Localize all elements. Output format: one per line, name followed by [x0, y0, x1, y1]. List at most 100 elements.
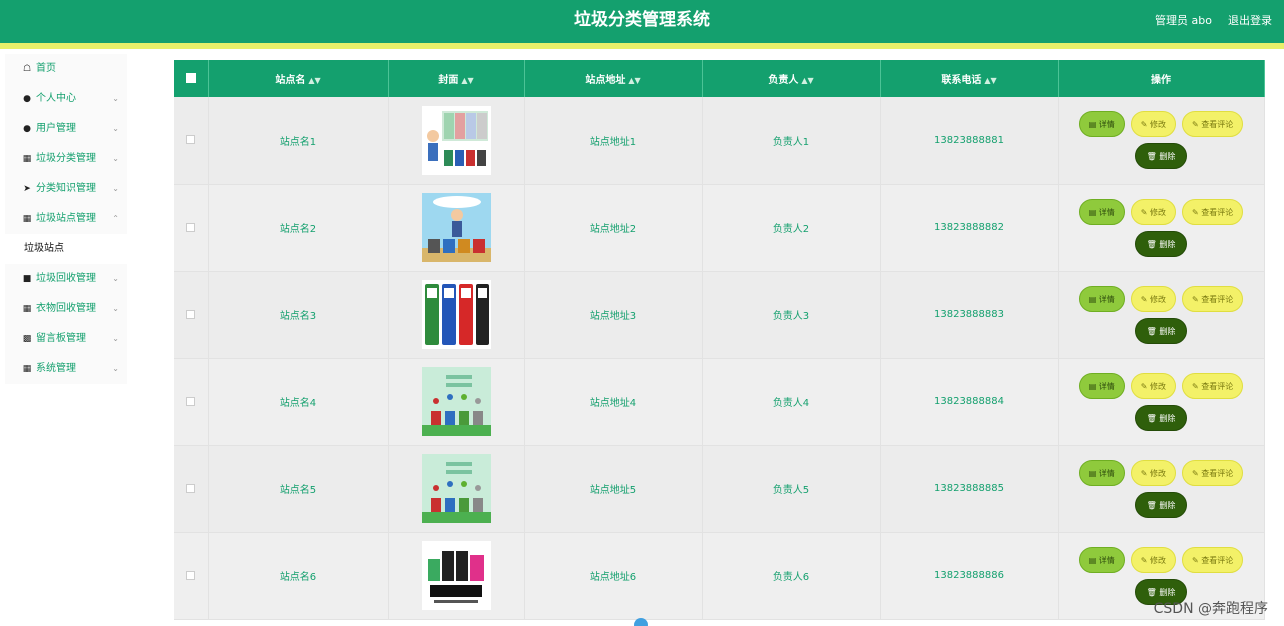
chevron-down-icon: ⌄	[112, 274, 119, 283]
select-all-header[interactable]	[174, 60, 209, 97]
delete-button[interactable]: 🗑 删除	[1134, 230, 1188, 257]
station-address-cell: 站点地址6	[524, 532, 703, 620]
trash-icon: 🗑	[1146, 413, 1160, 423]
delete-button[interactable]: 🗑 删除	[1134, 404, 1188, 431]
row-select-cell[interactable]	[174, 271, 209, 359]
cover-cell	[388, 445, 525, 533]
view-comments-button[interactable]: ✎ 查看评论	[1182, 198, 1244, 225]
sort-icon: ▲▼	[984, 76, 997, 85]
column-header-cover[interactable]: 封面 ▲▼	[388, 60, 525, 97]
sidebar-item-classification[interactable]: ▦ 垃圾分类管理 ⌄	[5, 144, 127, 174]
sidebar-item-recycling[interactable]: ■ 垃圾回收管理 ⌄	[5, 264, 127, 294]
sidebar-item-label: 分类知识管理	[36, 183, 96, 194]
document-icon: ▤	[1088, 555, 1099, 565]
grid-icon: ▦	[22, 214, 32, 224]
detail-button[interactable]: ▤ 详情	[1078, 372, 1125, 399]
detail-button[interactable]: ▤ 详情	[1078, 285, 1125, 312]
view-comments-button[interactable]: ✎ 查看评论	[1182, 546, 1244, 573]
detail-button[interactable]: ▤ 详情	[1078, 111, 1125, 138]
table-header-row: 站点名 ▲▼ 封面 ▲▼ 站点地址 ▲▼ 负责人 ▲▼ 联系电话 ▲▼ 操作	[174, 60, 1265, 97]
table-row: 站点名1 站点地址1 负责人1 13823888881 ▤ 详情 ✎ 修改 ✎ 查看评论 🗑 …	[174, 97, 1265, 185]
sidebar-item-profile[interactable]: ● 个人中心 ⌄	[5, 84, 127, 114]
cover-cell	[388, 184, 525, 272]
pencil-icon: ✎	[1192, 555, 1202, 565]
view-comments-button[interactable]: ✎ 查看评论	[1182, 459, 1244, 486]
sidebar-subitem-station-list[interactable]: 垃圾站点	[5, 234, 127, 264]
briefcase-icon: ■	[22, 274, 32, 284]
actions-cell: ▤ 详情 ✎ 修改 ✎ 查看评论 🗑 删除	[1058, 184, 1265, 272]
row-checkbox[interactable]	[186, 135, 196, 145]
row-checkbox[interactable]	[186, 396, 196, 406]
row-select-cell[interactable]	[174, 184, 209, 272]
edit-button[interactable]: ✎ 修改	[1130, 459, 1177, 486]
row-select-cell[interactable]	[174, 445, 209, 533]
column-header-phone[interactable]: 联系电话 ▲▼	[880, 60, 1059, 97]
manager-cell: 负责人4	[702, 358, 881, 446]
edit-button[interactable]: ✎ 修改	[1130, 285, 1177, 312]
row-actions: ▤ 详情 ✎ 修改 ✎ 查看评论 🗑 删除	[1061, 372, 1261, 431]
detail-button[interactable]: ▤ 详情	[1078, 546, 1125, 573]
edit-button[interactable]: ✎ 修改	[1130, 372, 1177, 399]
sidebar-item-users[interactable]: ● 用户管理 ⌄	[5, 114, 127, 144]
phone-cell: 13823888885	[880, 445, 1059, 533]
sidebar-item-messages[interactable]: ▩ 留言板管理 ⌄	[5, 324, 127, 354]
chevron-down-icon: ⌄	[112, 124, 119, 133]
scroll-indicator[interactable]	[634, 618, 648, 626]
view-comments-button[interactable]: ✎ 查看评论	[1182, 111, 1244, 138]
chevron-down-icon: ⌄	[112, 334, 119, 343]
delete-button[interactable]: 🗑 删除	[1134, 143, 1188, 170]
chevron-down-icon: ⌄	[112, 94, 119, 103]
chevron-down-icon: ⌄	[112, 364, 119, 373]
chevron-down-icon: ⌄	[112, 154, 119, 163]
sidebar-item-stations[interactable]: ▦ 垃圾站点管理 ⌃	[5, 204, 127, 234]
phone-cell: 13823888886	[880, 532, 1059, 620]
phone-cell: 13823888883	[880, 271, 1059, 359]
logout-link[interactable]: 退出登录	[1228, 12, 1272, 28]
sidebar-item-label: 垃圾分类管理	[36, 153, 96, 164]
row-select-cell[interactable]	[174, 358, 209, 446]
pencil-icon: ✎	[1192, 207, 1202, 217]
select-all-checkbox[interactable]	[185, 73, 196, 83]
grid-icon: ▦	[22, 154, 32, 164]
detail-button[interactable]: ▤ 详情	[1078, 459, 1125, 486]
sidebar-item-system[interactable]: ▦ 系统管理 ⌄	[5, 354, 127, 384]
trash-icon: 🗑	[1146, 587, 1160, 597]
sidebar-item-home[interactable]: ☖ 首页	[5, 54, 127, 84]
sidebar-item-clothing[interactable]: ▦ 衣物回收管理 ⌄	[5, 294, 127, 324]
actions-cell: ▤ 详情 ✎ 修改 ✎ 查看评论 🗑 删除	[1058, 271, 1265, 359]
pencil-icon: ✎	[1192, 468, 1202, 478]
sort-icon: ▲▼	[308, 76, 321, 85]
actions-cell: ▤ 详情 ✎ 修改 ✎ 查看评论 🗑 删除	[1058, 445, 1265, 533]
sidebar-item-knowledge[interactable]: ➤ 分类知识管理 ⌄	[5, 174, 127, 204]
row-select-cell[interactable]	[174, 97, 209, 185]
view-comments-button[interactable]: ✎ 查看评论	[1182, 285, 1244, 312]
row-select-cell[interactable]	[174, 532, 209, 620]
table-row: 站点名3 站点地址3 负责人3 13823888883 ▤ 详情 ✎ 修改 ✎ 查看评论 🗑 …	[174, 271, 1265, 359]
delete-button[interactable]: 🗑 删除	[1134, 491, 1188, 518]
delete-button[interactable]: 🗑 删除	[1134, 317, 1188, 344]
sort-icon: ▲▼	[628, 76, 641, 85]
table-row: 站点名4 站点地址4 负责人4 13823888884 ▤ 详情 ✎ 修改 ✎ 查看评论 🗑 …	[174, 358, 1265, 446]
station-name-cell: 站点名3	[208, 271, 389, 359]
row-checkbox[interactable]	[186, 570, 196, 580]
edit-button[interactable]: ✎ 修改	[1130, 198, 1177, 225]
row-checkbox[interactable]	[186, 222, 196, 232]
pencil-icon: ✎	[1192, 381, 1202, 391]
detail-button[interactable]: ▤ 详情	[1078, 198, 1125, 225]
view-comments-button[interactable]: ✎ 查看评论	[1182, 372, 1244, 399]
column-header-name[interactable]: 站点名 ▲▼	[208, 60, 389, 97]
cover-cell	[388, 532, 525, 620]
home-icon: ☖	[22, 64, 32, 74]
station-address-cell: 站点地址4	[524, 358, 703, 446]
row-checkbox[interactable]	[186, 483, 196, 493]
column-header-address[interactable]: 站点地址 ▲▼	[524, 60, 703, 97]
cover-cell	[388, 358, 525, 446]
edit-button[interactable]: ✎ 修改	[1130, 546, 1177, 573]
trash-icon: 🗑	[1146, 326, 1160, 336]
column-header-manager[interactable]: 负责人 ▲▼	[702, 60, 881, 97]
table-row: 站点名2 站点地址2 负责人2 13823888882 ▤ 详情 ✎ 修改 ✎ 查看评论 🗑 …	[174, 184, 1265, 272]
chevron-up-icon: ⌃	[112, 214, 119, 223]
row-checkbox[interactable]	[186, 309, 196, 319]
user-icon: ●	[23, 94, 31, 104]
edit-button[interactable]: ✎ 修改	[1130, 111, 1177, 138]
